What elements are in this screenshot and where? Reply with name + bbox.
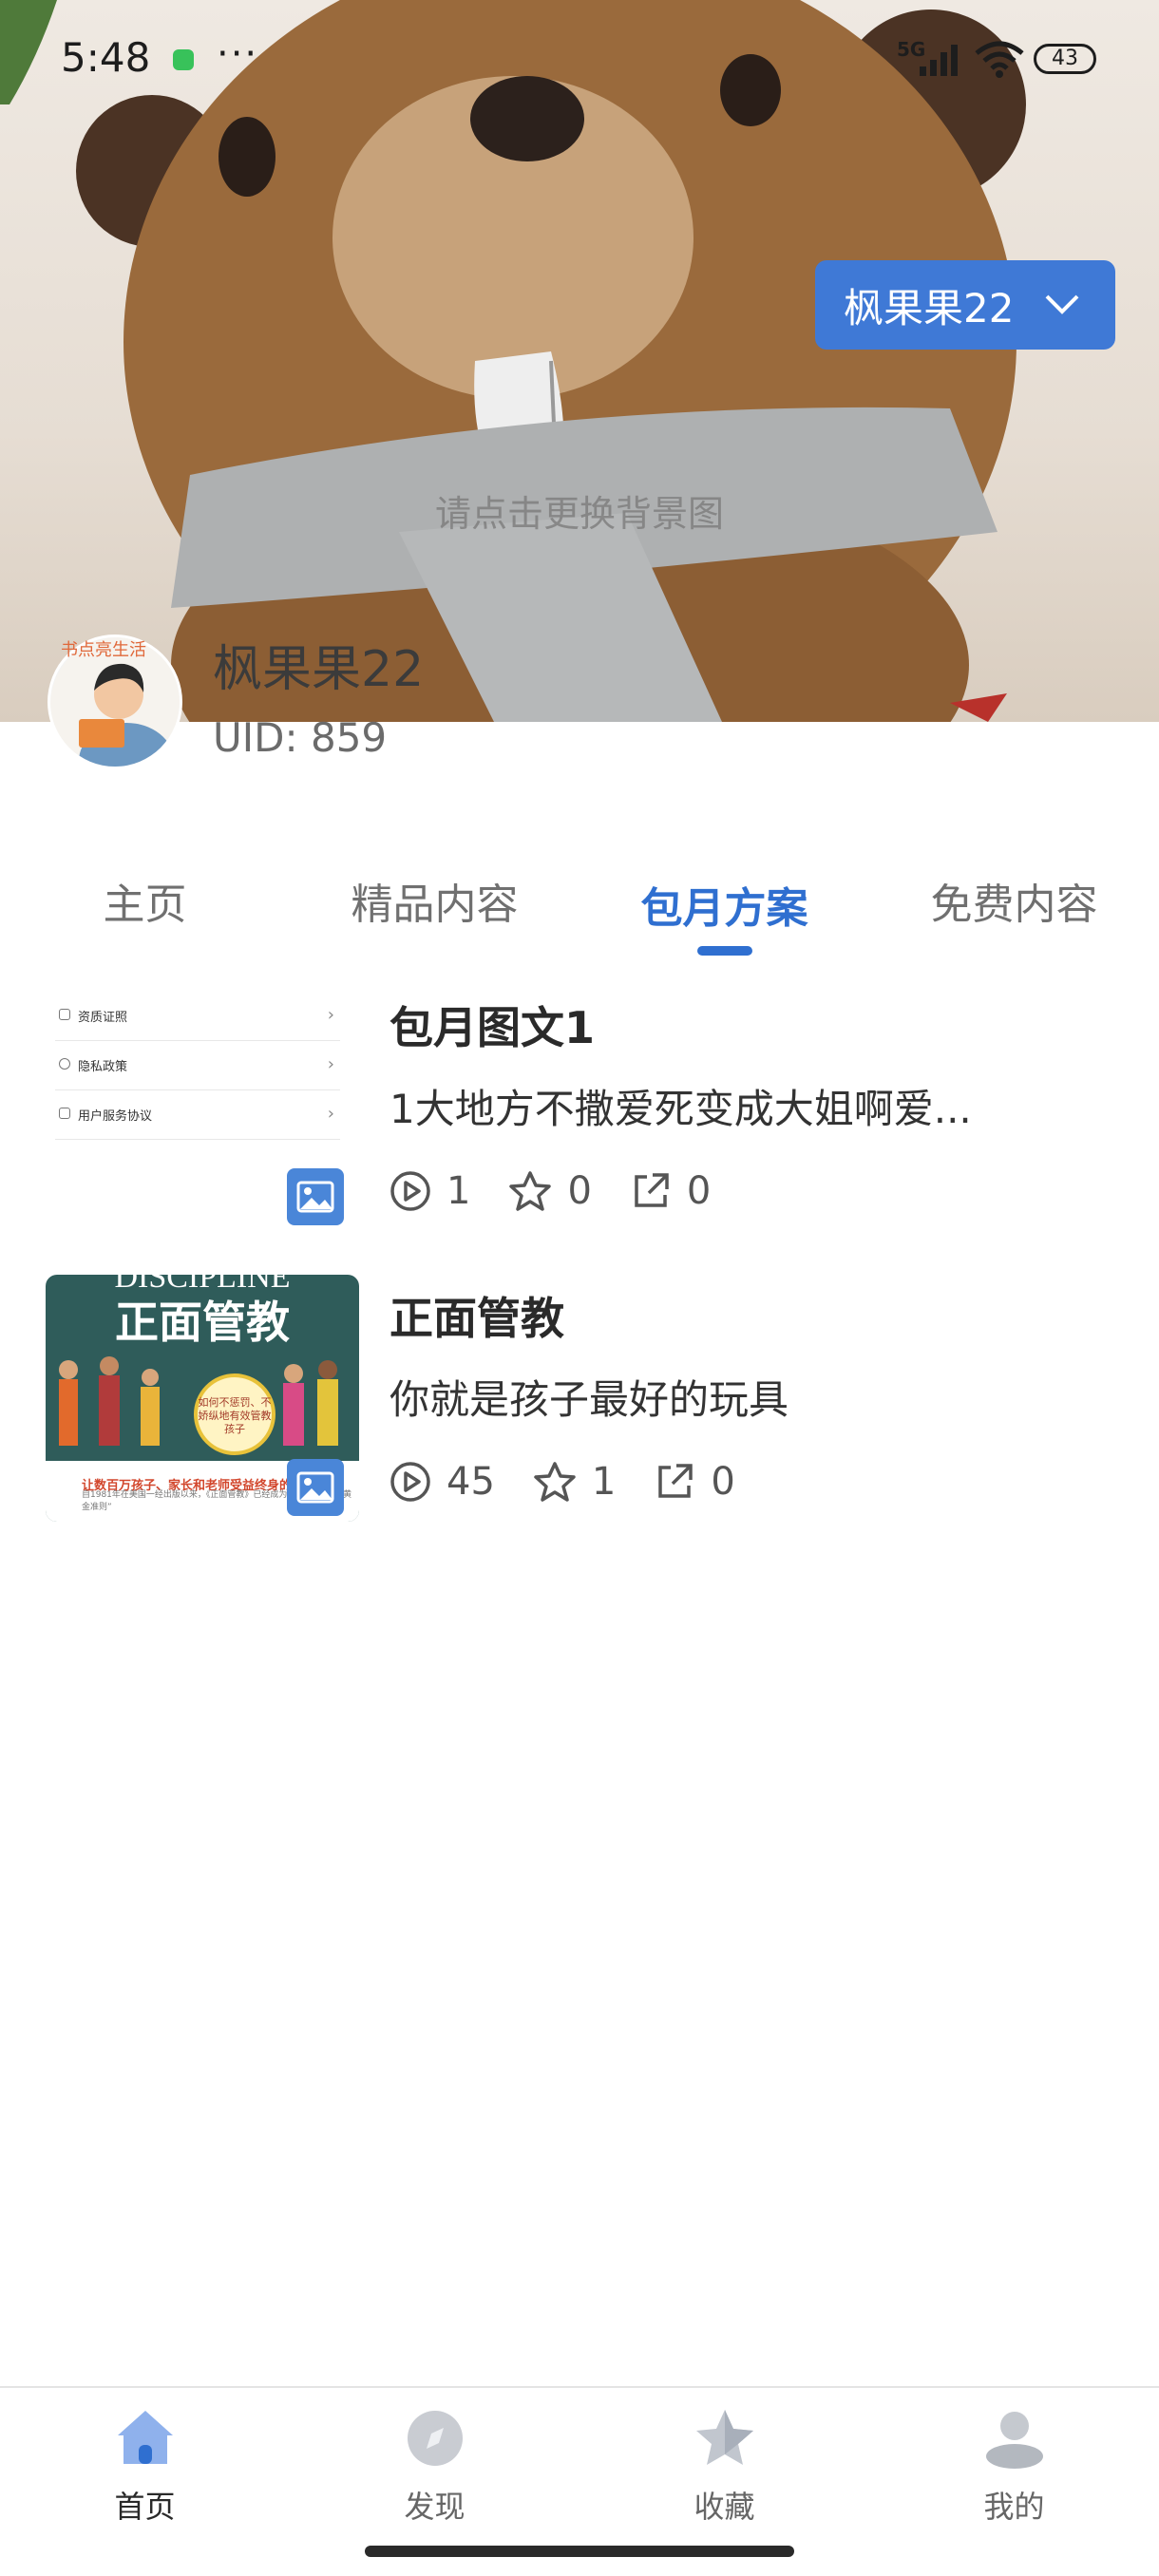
shares-stat: 0	[630, 1169, 711, 1213]
item-title: 正面管教	[390, 1293, 564, 1344]
nav-favorites[interactable]: 收藏	[580, 2407, 869, 2527]
content-tabs: 主页 精品内容 包月方案 免费内容	[0, 855, 1159, 959]
thumb-row: 资质证照 ›	[55, 992, 340, 1041]
play-circle-icon	[390, 1171, 430, 1211]
views-stat: 45	[390, 1460, 495, 1504]
views-count: 1	[446, 1169, 471, 1213]
user-icon	[985, 2412, 1043, 2469]
star-icon	[509, 1171, 552, 1211]
nav-discover[interactable]: 发现	[290, 2407, 580, 2527]
item-thumbnail: 资质证照 › 隐私政策 › 用户服务协议 ›	[46, 984, 359, 1231]
share-external-icon	[635, 1173, 669, 1207]
thumb-row: 用户服务协议 ›	[55, 1090, 340, 1140]
tab-monthly-plan[interactable]: 包月方案	[580, 874, 869, 935]
favorites-count: 0	[567, 1169, 592, 1213]
home-icon	[117, 2411, 173, 2464]
item-thumbnail: DISCIPLINE 正面管教 如何不惩罚、不娇纵地有效管教孩子 让数百万孩子、…	[46, 1275, 359, 1522]
nav-label: 我的	[983, 2489, 1045, 2525]
compass-icon	[407, 2411, 463, 2466]
profile-name: 枫果果22	[213, 641, 425, 698]
shares-count: 0	[686, 1169, 712, 1213]
nav-home[interactable]: 首页	[0, 2407, 290, 2527]
item-stats: 1 0 0	[390, 1163, 749, 1220]
status-time: 5:48	[61, 34, 151, 81]
views-stat: 1	[390, 1169, 470, 1213]
share-external-icon	[658, 1464, 694, 1498]
nav-label: 首页	[114, 2489, 176, 2525]
signal-icon	[920, 45, 958, 76]
play-circle-icon	[390, 1462, 430, 1502]
item-stats: 45 1 0	[390, 1453, 773, 1510]
favorites-stat: 0	[508, 1169, 592, 1213]
item-description: 1大地方不撒爱死变成大姐啊爱...	[390, 1086, 972, 1132]
change-background-hint: 请点击更换背景图	[434, 493, 724, 535]
status-bar: 5:48 ··· 5G 43	[0, 0, 1159, 114]
image-type-icon	[287, 1459, 344, 1516]
tab-free-content[interactable]: 免费内容	[869, 870, 1159, 931]
nav-mine[interactable]: 我的	[869, 2407, 1159, 2527]
favorites-stat: 1	[533, 1460, 616, 1504]
status-more-icon: ···	[217, 32, 259, 76]
profile-uid: UID: 859	[213, 714, 388, 761]
shares-count: 0	[711, 1460, 735, 1504]
wifi-icon	[975, 41, 1024, 78]
thumb-row: 隐私政策 ›	[55, 1041, 340, 1090]
nav-label: 收藏	[694, 2489, 755, 2525]
list-item[interactable]: 资质证照 › 隐私政策 › 用户服务协议 › 包月图文1 1大地方不撒爱死变成大姐啊爱…	[0, 984, 1159, 1250]
item-description: 你就是孩子最好的玩具	[390, 1376, 789, 1423]
tab-home[interactable]: 主页	[0, 870, 290, 931]
home-indicator	[365, 2546, 794, 2557]
item-title: 包月图文1	[390, 1002, 596, 1053]
shares-stat: 0	[654, 1460, 735, 1504]
nav-label: 发现	[404, 2489, 466, 2525]
star-icon	[695, 2410, 753, 2465]
chevron-down-icon	[1045, 294, 1079, 314]
active-tab-indicator	[697, 946, 752, 956]
battery-indicator: 43	[1034, 44, 1096, 74]
account-switcher-button[interactable]: 枫果果22	[815, 260, 1115, 350]
app-notification-icon	[173, 49, 194, 70]
account-switcher-label: 枫果果22	[844, 284, 1015, 331]
star-icon	[534, 1462, 576, 1502]
favorites-count: 1	[591, 1460, 617, 1504]
image-type-icon	[287, 1168, 344, 1225]
list-item[interactable]: DISCIPLINE 正面管教 如何不惩罚、不娇纵地有效管教孩子 让数百万孩子、…	[0, 1275, 1159, 1541]
views-count: 45	[446, 1460, 495, 1504]
avatar-tag-text: 书点亮生活	[61, 640, 146, 660]
tab-premium-content[interactable]: 精品内容	[290, 870, 580, 931]
